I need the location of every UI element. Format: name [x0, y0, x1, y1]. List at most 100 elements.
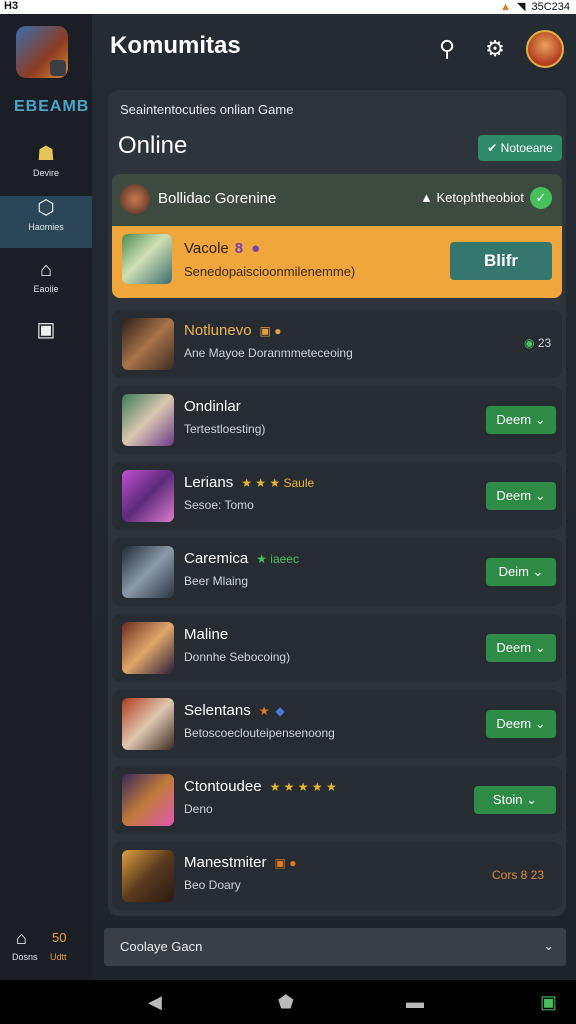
list-item[interactable]: Caremica ★ iaeec Beer Mlaing Deim ⌄ [112, 538, 562, 606]
list-item-name: Manestmiter [184, 854, 267, 871]
game-avatar[interactable] [16, 26, 68, 78]
bottom-select[interactable]: Coolaye Gacn ⌄ [104, 928, 566, 966]
sidebar-item-haomies[interactable]: ⬡ Haomies [0, 196, 92, 248]
window-icon: ▣ [36, 319, 56, 341]
gamepad-icon: ☗ [37, 143, 55, 165]
deem-button[interactable]: Deem ⌄ [486, 634, 556, 662]
game-thumbnail [122, 774, 174, 826]
status-time: 35C234 [531, 0, 570, 13]
stoin-button[interactable]: Stoin ⌄ [474, 786, 556, 814]
sidebar-item-eaoiie[interactable]: ⌂ Eaoiie [0, 258, 92, 310]
featured-top-meta: ▲ Ketophtheobiot [420, 190, 524, 205]
coin-icon: ▣ ● [274, 856, 297, 870]
chevron-down-icon: ⌄ [526, 792, 538, 807]
list-item-subtitle: Beo Doary [184, 878, 241, 892]
button-label: Deem [496, 412, 532, 427]
sidebar: EBEAMB ☗ Devire ⬡ Haomies ⌂ Eaoiie ▣ ⌂ 5… [0, 14, 92, 980]
deem-button[interactable]: Deem ⌄ [486, 482, 556, 510]
list-item-name: Caremica [184, 550, 249, 567]
status-left: H3 [4, 0, 19, 12]
wifi-icon: ◥ [516, 1, 526, 13]
avatar-badge [50, 60, 66, 76]
deim-button[interactable]: Deim ⌄ [486, 558, 556, 586]
chevron-down-icon: ⌄ [532, 564, 544, 579]
featured-thumbnail [122, 234, 172, 284]
list-item-subtitle: Tertestloesting) [184, 422, 266, 436]
chevron-down-icon: ⌄ [534, 716, 546, 731]
star-rating: ★ ★ ★ Saule [241, 476, 315, 490]
sidebar-item-window[interactable]: ▣ [0, 318, 92, 370]
main-area: Komumitas ⚲ ⚙ Seaintentocuties onlian Ga… [92, 14, 576, 980]
deem-button[interactable]: Deem ⌄ [486, 406, 556, 434]
community-panel: Seaintentocuties onlian Game Online ✔ No… [108, 90, 566, 916]
button-label: Deem [496, 640, 532, 655]
chevron-down-icon: ⌄ [543, 938, 554, 953]
game-thumbnail [122, 698, 174, 750]
sidebar-count: 50 [52, 930, 67, 945]
home-button-icon[interactable]: ⬟ [278, 992, 294, 1013]
list-item[interactable]: Selentans ★ ◆ Betoscoeclouteipensenoong De… [112, 690, 562, 758]
list-item-title: Lerians ★ ★ ★ Saule [184, 474, 314, 491]
online-dot-icon: ◉ [524, 336, 538, 350]
list-item[interactable]: Lerians ★ ★ ★ Saule Sesoe: Tomo Deem ⌄ [112, 462, 562, 530]
list-item[interactable]: Ctontoudee ★ ★ ★ ★ ★ Deno Stoin ⌄ [112, 766, 562, 834]
button-label: Deim [498, 564, 529, 579]
sidebar-item-label: Devire [32, 168, 59, 178]
app-shortcut-icon[interactable]: ▣ [540, 992, 557, 1013]
home-small-icon[interactable]: ⌂ [16, 928, 27, 949]
notice-button[interactable]: ✔ Notoeane [478, 135, 562, 161]
star-rating: ★ iaeec [256, 552, 299, 566]
recents-icon[interactable]: ▬ [406, 992, 424, 1013]
button-label: Deem [496, 488, 532, 503]
home-icon: ⌂ [39, 259, 53, 281]
list-item[interactable]: Maline Donnhe Sebocoing) Deem ⌄ [112, 614, 562, 682]
featured-name: Vacole 8 ● [184, 240, 260, 257]
sidebar-bottom-right: Udtt [50, 952, 67, 962]
star-rating: ★ [258, 704, 270, 718]
featured-card[interactable]: Vacole 8 ● Senedopaiscioonmilenemme) Blifr [112, 226, 562, 298]
status-right: ▲ ◥ 35C234 [500, 0, 570, 14]
hex-icon: ⬡ [37, 197, 55, 219]
game-thumbnail [122, 394, 174, 446]
like-icon: ▲ [420, 190, 437, 205]
deem-button[interactable]: Deem ⌄ [486, 710, 556, 738]
game-thumbnail [122, 850, 174, 902]
list-item-name: Ctontoudee [184, 778, 262, 795]
list-item-title: Caremica ★ iaeec [184, 550, 299, 567]
coins-count: Cors 8 23 [492, 868, 545, 882]
sidebar-logo: EBEAMB [14, 98, 90, 115]
list-item-name: Maline [184, 626, 229, 643]
list-item-name: Ondinlar [184, 398, 241, 415]
list-item-subtitle: Ane Mayoe Doranmmeteceoing [184, 346, 353, 360]
coin-icon: ▣ ● [259, 324, 282, 338]
avatar[interactable] [526, 30, 564, 68]
check-icon: ✔ [487, 141, 501, 155]
list-item-name: Notlunevo [184, 322, 252, 339]
list-item-subtitle: Donnhe Sebocoing) [184, 650, 291, 664]
gear-icon[interactable]: ⚙ [480, 34, 510, 64]
page-title: Komumitas [110, 32, 241, 59]
online-heading: Online [118, 132, 188, 159]
list-item-subtitle: Deno [184, 802, 213, 816]
star-rating: ★ ★ ★ ★ ★ [269, 780, 337, 794]
list-item[interactable]: Ondinlar Tertestloesting) Deem ⌄ [112, 386, 562, 454]
featured-header[interactable]: Bollidac Gorenine ▲ Ketophtheobiot ✓ [112, 174, 562, 226]
gem-icon: ◆ [275, 704, 285, 718]
search-icon[interactable]: ⚲ [432, 34, 462, 64]
featured-avatar [120, 184, 150, 214]
button-label: Deem [496, 716, 532, 731]
online-count: ◉ 23 [524, 336, 551, 350]
notice-button-label: Notoeane [500, 141, 553, 155]
sidebar-item-devire[interactable]: ☗ Devire [0, 142, 92, 194]
featured-name-text: Vacole [184, 240, 229, 257]
featured-action-button[interactable]: Blifr [450, 242, 552, 280]
game-thumbnail [122, 318, 174, 370]
list-item-name: Lerians [184, 474, 234, 491]
list-item[interactable]: Notlunevo ▣ ● Ane Mayoe Doranmmeteceoing … [112, 310, 562, 378]
list-item-title: Ctontoudee ★ ★ ★ ★ ★ [184, 778, 337, 795]
back-icon[interactable]: ◀ [148, 992, 162, 1013]
sidebar-bottom-left: Dosns [12, 952, 38, 962]
list-item[interactable]: Manestmiter ▣ ● Beo Doary Cors 8 23 [112, 842, 562, 910]
chevron-down-icon: ⌄ [534, 412, 546, 427]
list-item-subtitle: Sesoe: Tomo [184, 498, 254, 512]
